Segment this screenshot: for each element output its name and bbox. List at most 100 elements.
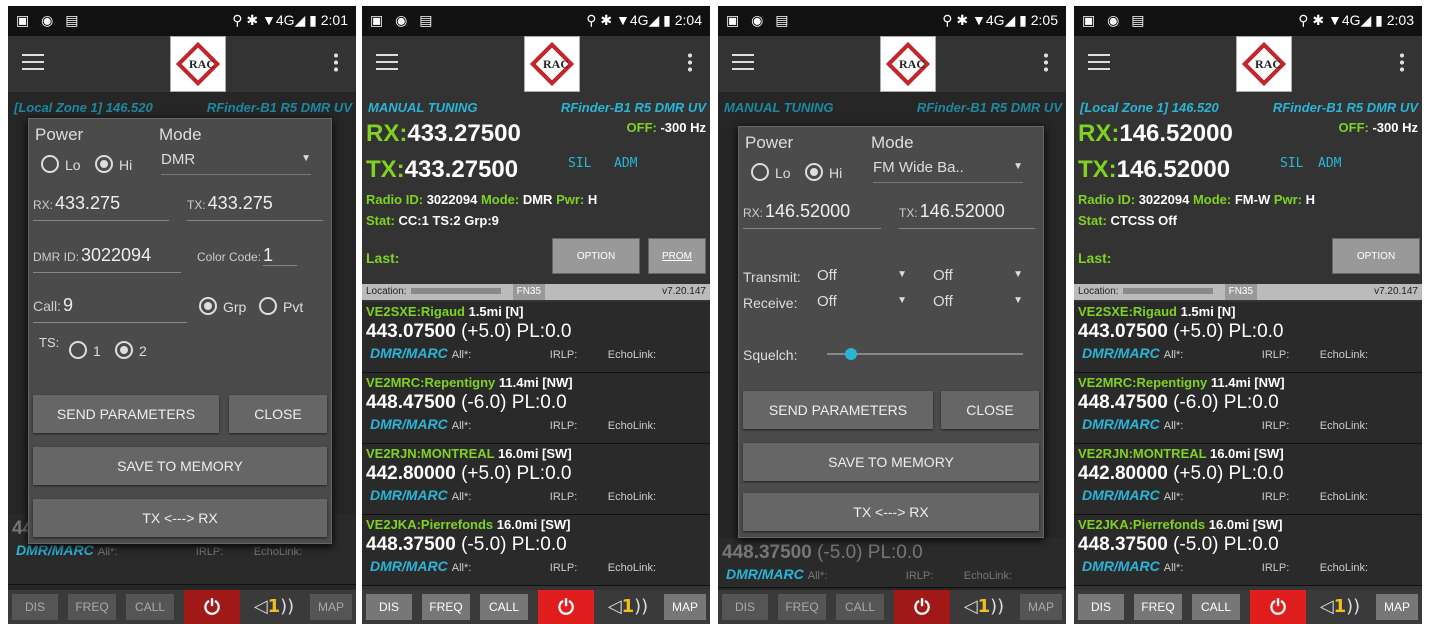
- dis-button[interactable]: DIS: [1078, 594, 1124, 620]
- overflow-menu-icon[interactable]: [688, 52, 692, 72]
- tx-rx-swap-button[interactable]: TX <---> RX: [743, 493, 1039, 531]
- power-hi-radio[interactable]: [95, 155, 113, 173]
- freq-button[interactable]: FREQ: [422, 594, 470, 620]
- call-button[interactable]: CALL: [1192, 594, 1240, 620]
- freq-button[interactable]: FREQ: [68, 594, 116, 620]
- dmr-id-field[interactable]: DMR ID: 3022094: [33, 245, 181, 273]
- chevron-down-icon: ▼: [897, 269, 907, 280]
- app-bar: RAC: [718, 36, 1066, 92]
- volume-icon[interactable]: ◁1)): [954, 594, 1014, 620]
- dis-button[interactable]: DIS: [722, 594, 768, 620]
- call-button[interactable]: CALL: [126, 594, 174, 620]
- hamburger-menu-icon[interactable]: [1088, 54, 1110, 70]
- ts1-radio[interactable]: [69, 341, 87, 359]
- volume-icon[interactable]: ◁1)): [598, 594, 658, 620]
- last-label: Last:: [366, 250, 400, 266]
- chevron-down-icon: ▼: [897, 295, 907, 306]
- list-item[interactable]: VE2RJN:MONTREAL 16.0mi [SW] 442.80000 (+5…: [1074, 444, 1422, 515]
- call-field[interactable]: Call: 9: [33, 295, 187, 323]
- status-bar: ▣ ◉ ▤ ⚲ ✱ ▼4G◢ ▮ 2:01: [8, 6, 356, 36]
- option-button[interactable]: OPTION: [1332, 238, 1420, 274]
- power-hi-label: Hi: [829, 165, 843, 181]
- list-item[interactable]: VE2SXE:Rigaud 1.5mi [N] 443.07500 (+5.0) …: [1074, 302, 1422, 373]
- power-icon[interactable]: ⏻: [894, 590, 950, 624]
- list-item[interactable]: VE2MRC:Repentigny 11.4mi [NW] 448.47500 (…: [362, 373, 710, 444]
- close-button[interactable]: CLOSE: [941, 391, 1039, 429]
- send-parameters-button[interactable]: SEND PARAMETERS: [743, 391, 933, 429]
- status-bar: ▣ ◉ ▤ ⚲ ✱ ▼4G◢ ▮ 2:03: [1074, 6, 1422, 36]
- radio-model-label: RFinder-B1 R5 DMR UV: [1272, 100, 1418, 115]
- call-button[interactable]: CALL: [836, 594, 884, 620]
- power-hi-radio[interactable]: [805, 163, 823, 181]
- map-button[interactable]: MAP: [310, 594, 352, 620]
- power-icon[interactable]: ⏻: [1250, 590, 1306, 624]
- tx-rx-swap-button[interactable]: TX <---> RX: [33, 499, 327, 537]
- save-to-memory-button[interactable]: SAVE TO MEMORY: [743, 443, 1039, 481]
- status-time: 2:05: [1030, 12, 1058, 28]
- send-parameters-button[interactable]: SEND PARAMETERS: [33, 395, 219, 433]
- map-button[interactable]: MAP: [1020, 594, 1062, 620]
- location-bar: Location: FN35 v7.20.147: [362, 284, 710, 300]
- overflow-menu-icon[interactable]: [1044, 52, 1048, 72]
- volume-icon[interactable]: ◁1)): [1310, 594, 1370, 620]
- chevron-down-icon: ▼: [1013, 269, 1023, 280]
- mode-select[interactable]: FM Wide Ba.. ▼: [873, 159, 1023, 183]
- hamburger-menu-icon[interactable]: [22, 54, 44, 70]
- overflow-menu-icon[interactable]: [334, 52, 338, 72]
- save-to-memory-button[interactable]: SAVE TO MEMORY: [33, 447, 327, 485]
- color-code-field[interactable]: Color Code: 1: [197, 245, 323, 273]
- adm-label: ADM: [1318, 156, 1342, 171]
- last-label: Last:: [1078, 250, 1112, 266]
- tx-field[interactable]: TX: 433.275: [187, 193, 323, 221]
- dis-button[interactable]: DIS: [12, 594, 58, 620]
- location-bar: Location: FN35 v7.20.147: [1074, 284, 1422, 300]
- power-icon[interactable]: ⏻: [184, 590, 240, 624]
- close-button[interactable]: CLOSE: [229, 395, 327, 433]
- dis-button[interactable]: DIS: [366, 594, 412, 620]
- transmit-tone-b-select[interactable]: Off ▼: [933, 267, 1023, 287]
- pvt-label: Pvt: [283, 299, 304, 315]
- prom-button[interactable]: PROM: [648, 238, 706, 274]
- transmit-tone-a-select[interactable]: Off ▼: [817, 267, 907, 287]
- power-icon[interactable]: ⏻: [538, 590, 594, 624]
- volume-icon[interactable]: ◁1)): [244, 594, 304, 620]
- map-button[interactable]: MAP: [1376, 594, 1418, 620]
- mode-select[interactable]: DMR ▼: [161, 151, 311, 175]
- ts2-radio[interactable]: [115, 341, 133, 359]
- radio-info-line: Radio ID: 3022094 Mode: DMR Pwr: H: [366, 192, 598, 207]
- list-item[interactable]: VE2SXE:Rigaud 1.5mi [N] 443.07500 (+5.0) …: [362, 302, 710, 373]
- power-lo-radio[interactable]: [41, 155, 59, 173]
- map-button[interactable]: MAP: [664, 594, 706, 620]
- squelch-label: Squelch:: [743, 347, 798, 363]
- receive-tone-a-select[interactable]: Off ▼: [817, 293, 907, 313]
- status-right-icons: ⚲ ✱ ▼4G◢ ▮: [586, 12, 671, 28]
- repeater-list: VE2SXE:Rigaud 1.5mi [N] 443.07500 (+5.0) …: [362, 302, 710, 586]
- tx-field[interactable]: TX: 146.52000: [899, 201, 1035, 229]
- screenshot-page: ▣ ◉ ▤ ⚲ ✱ ▼4G◢ ▮ 2:01 RAC [Local Zone 1] …: [0, 0, 1429, 624]
- dmr-settings-dialog: Power Mode Lo Hi DMR ▼ RX: 433.275 TX: 433.…: [28, 118, 332, 544]
- list-item[interactable]: VE2MRC:Repentigny 11.4mi [NW] 448.47500 (…: [1074, 373, 1422, 444]
- option-button[interactable]: OPTION: [552, 238, 640, 274]
- transmit-label: Transmit:: [743, 269, 801, 285]
- rx-field[interactable]: RX: 433.275: [33, 193, 169, 221]
- hamburger-menu-icon[interactable]: [732, 54, 754, 70]
- list-item[interactable]: VE2RJN:MONTREAL 16.0mi [SW] 442.80000 (+5…: [362, 444, 710, 515]
- call-button[interactable]: CALL: [480, 594, 528, 620]
- freq-button[interactable]: FREQ: [1134, 594, 1182, 620]
- freq-button[interactable]: FREQ: [778, 594, 826, 620]
- list-item[interactable]: VE2JKA:Pierrefonds 16.0mi [SW] 448.37500 …: [1074, 515, 1422, 586]
- list-item[interactable]: 448.37500 (-5.0) PL:0.0 DMR/MARCAll*:IRL…: [718, 538, 1066, 588]
- rx-field[interactable]: RX: 146.52000: [743, 201, 881, 229]
- squelch-slider-knob[interactable]: [844, 348, 857, 360]
- stat-line: Stat: CC:1 TS:2 Grp:9: [366, 213, 499, 228]
- rac-logo: RAC: [170, 36, 226, 92]
- overflow-menu-icon[interactable]: [1400, 52, 1404, 72]
- power-lo-radio[interactable]: [751, 163, 769, 181]
- receive-tone-b-select[interactable]: Off ▼: [933, 293, 1023, 313]
- adm-label: ADM: [614, 156, 638, 171]
- list-item[interactable]: VE2JKA:Pierrefonds 16.0mi [SW] 448.37500 …: [362, 515, 710, 586]
- grp-radio[interactable]: [199, 297, 217, 315]
- ts2-label: 2: [139, 343, 147, 359]
- pvt-radio[interactable]: [259, 297, 277, 315]
- hamburger-menu-icon[interactable]: [376, 54, 398, 70]
